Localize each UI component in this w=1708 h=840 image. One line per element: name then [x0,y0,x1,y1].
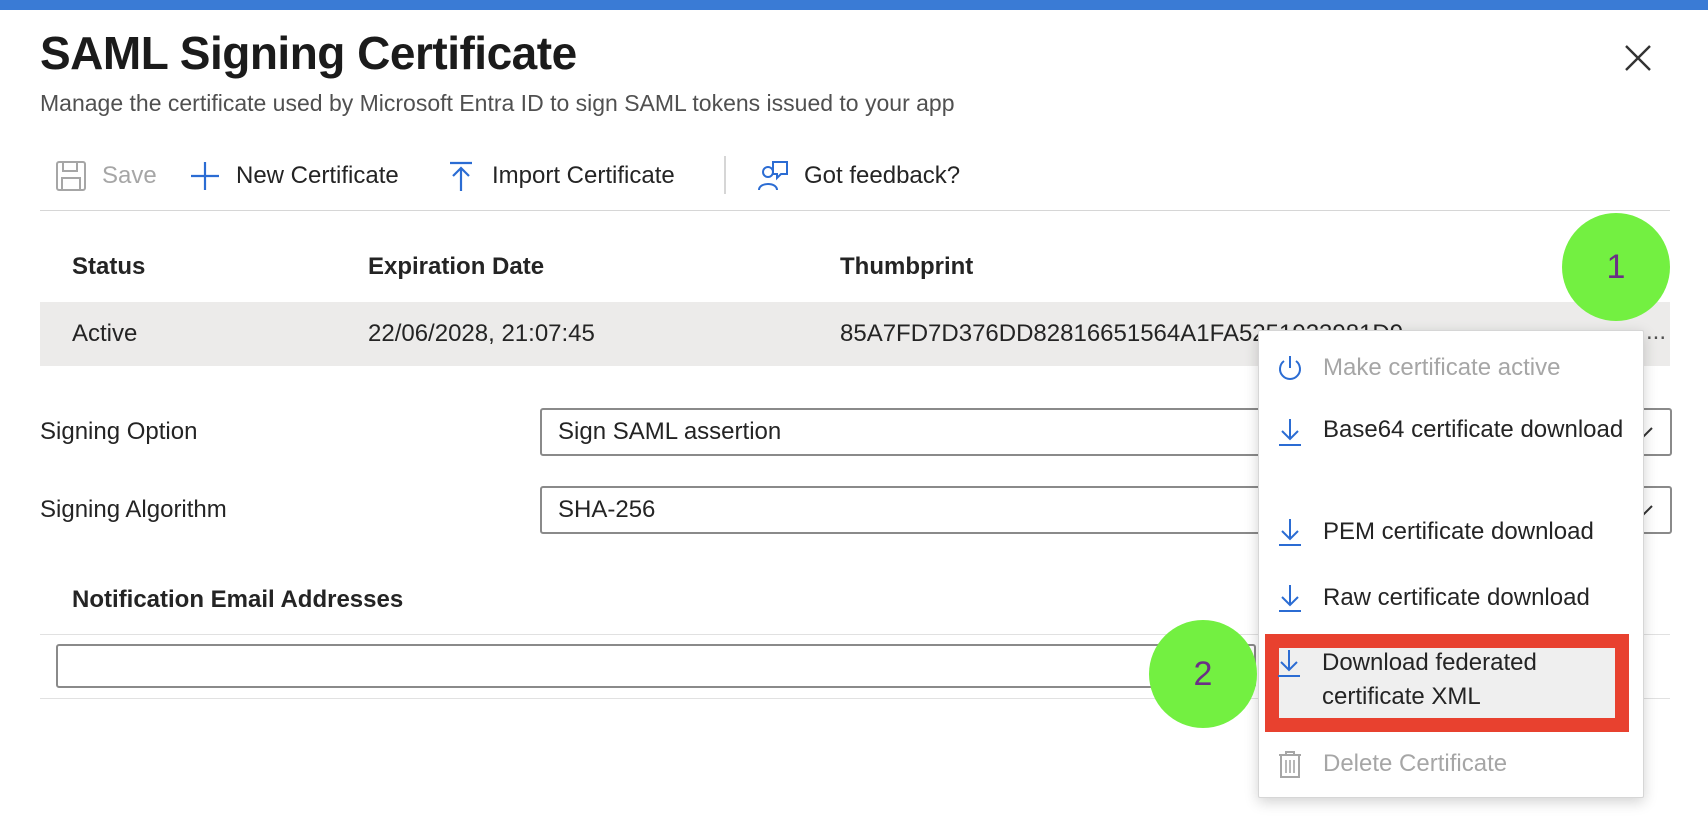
save-icon [54,159,88,193]
feedback-icon [756,159,790,193]
cell-expiration: 22/06/2028, 21:07:45 [368,320,595,347]
signing-option-value: Sign SAML assertion [558,418,782,445]
top-accent-bar [0,0,1708,10]
notification-email-input[interactable] [56,644,1256,688]
menu-item-label: Delete Certificate [1323,750,1508,777]
menu-item-make-active[interactable]: Make certificate active [1259,349,1643,389]
signing-algorithm-value: SHA-256 [558,496,656,523]
close-button[interactable] [1622,42,1654,74]
download-icon [1275,517,1305,547]
annotation-badge-1: 1 [1562,213,1670,321]
menu-item-label: Download federated certificate XML [1322,649,1537,710]
feedback-button[interactable]: Got feedback? [756,150,960,202]
cell-status: Active [72,320,138,347]
import-certificate-button[interactable]: Import Certificate [444,150,675,202]
plus-icon [188,159,222,193]
feedback-label: Got feedback? [804,162,961,189]
menu-item-pem-download[interactable]: PEM certificate download [1259,513,1643,553]
new-certificate-button[interactable]: New Certificate [188,150,399,202]
menu-item-label: Make certificate active [1323,354,1561,381]
download-icon [1275,583,1305,613]
upload-icon [444,159,478,193]
signing-algorithm-label: Signing Algorithm [40,496,227,523]
save-button[interactable]: Save [54,150,157,202]
page-subtitle: Manage the certificate used by Microsoft… [40,90,955,116]
power-icon [1275,353,1305,383]
close-icon [1625,45,1651,71]
trash-icon [1275,749,1305,779]
column-header-status[interactable]: Status [72,253,145,281]
column-header-expiration[interactable]: Expiration Date [368,253,544,281]
command-bar: Save New Certificate Import Certificate … [40,150,1670,202]
menu-item-label: PEM certificate download [1323,518,1594,545]
menu-item-download-federated-xml[interactable]: Download federated certificate XML [1258,646,1642,720]
annotation-badge-2: 2 [1149,620,1257,728]
menu-item-raw-download[interactable]: Raw certificate download [1259,579,1643,619]
column-header-thumbprint[interactable]: Thumbprint [840,253,973,281]
menu-item-label: Raw certificate download [1323,584,1590,611]
notification-email-header: Notification Email Addresses [72,586,404,613]
import-certificate-label: Import Certificate [492,162,675,189]
toolbar-divider [724,156,726,194]
page-title: SAML Signing Certificate [40,27,577,79]
download-icon [1275,417,1305,447]
signing-option-label: Signing Option [40,418,198,445]
toolbar-divider-line [40,210,1670,211]
menu-item-delete-certificate[interactable]: Delete Certificate [1259,745,1643,785]
row-more-options-button[interactable]: ... [1646,318,1666,346]
new-certificate-label: New Certificate [236,162,399,189]
menu-item-label: Base64 certificate download [1323,416,1624,443]
menu-item-base64-download[interactable]: Base64 certificate download [1259,413,1643,487]
download-icon [1274,648,1304,678]
save-label: Save [102,162,157,189]
